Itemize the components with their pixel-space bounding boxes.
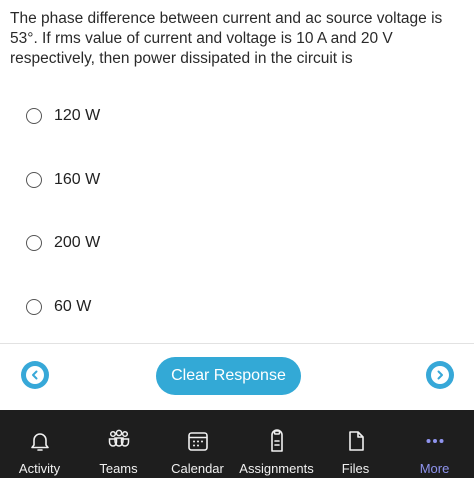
option-label: 120 W <box>54 107 101 124</box>
tab-files[interactable]: Files <box>316 410 395 478</box>
tab-label: Calendar <box>171 461 224 476</box>
tab-label: Files <box>341 461 370 476</box>
next-question-button[interactable] <box>426 361 454 389</box>
assignments-icon <box>264 428 290 454</box>
option-label: 200 W <box>54 234 101 251</box>
clear-response-button[interactable]: Clear Response <box>156 357 301 395</box>
tab-assignments[interactable]: Assignments <box>237 410 316 478</box>
teams-icon <box>106 428 132 454</box>
tab-calendar[interactable]: Calendar <box>158 410 237 478</box>
question-text: The phase difference between current and… <box>10 10 443 67</box>
file-icon <box>343 428 369 454</box>
radio-button[interactable] <box>26 299 42 315</box>
tab-label: More <box>419 461 450 476</box>
bottom-tab-bar: Activity Teams Calendar Assignments File… <box>0 410 474 478</box>
radio-button[interactable] <box>26 235 42 251</box>
chevron-left-icon <box>26 366 44 384</box>
option-1[interactable]: 120 W <box>26 104 100 128</box>
divider <box>0 343 474 344</box>
radio-button[interactable] <box>26 108 42 124</box>
previous-question-button[interactable] <box>21 361 49 389</box>
tab-more[interactable]: More <box>395 410 474 478</box>
tab-teams[interactable]: Teams <box>79 410 158 478</box>
radio-button[interactable] <box>26 172 42 188</box>
tab-label: Teams <box>99 461 138 476</box>
more-icon <box>422 428 448 454</box>
tab-label: Activity <box>18 461 61 476</box>
bell-icon <box>27 428 53 454</box>
option-3[interactable]: 200 W <box>26 231 100 255</box>
question-controls: Clear Response <box>0 345 474 408</box>
calendar-icon <box>185 428 211 454</box>
tab-activity[interactable]: Activity <box>0 410 79 478</box>
option-4[interactable]: 60 W <box>26 295 91 319</box>
tab-label: Assignments <box>239 461 314 476</box>
option-label: 160 W <box>54 171 101 188</box>
chevron-right-icon <box>431 366 449 384</box>
option-label: 60 W <box>54 298 92 315</box>
option-2[interactable]: 160 W <box>26 168 100 192</box>
